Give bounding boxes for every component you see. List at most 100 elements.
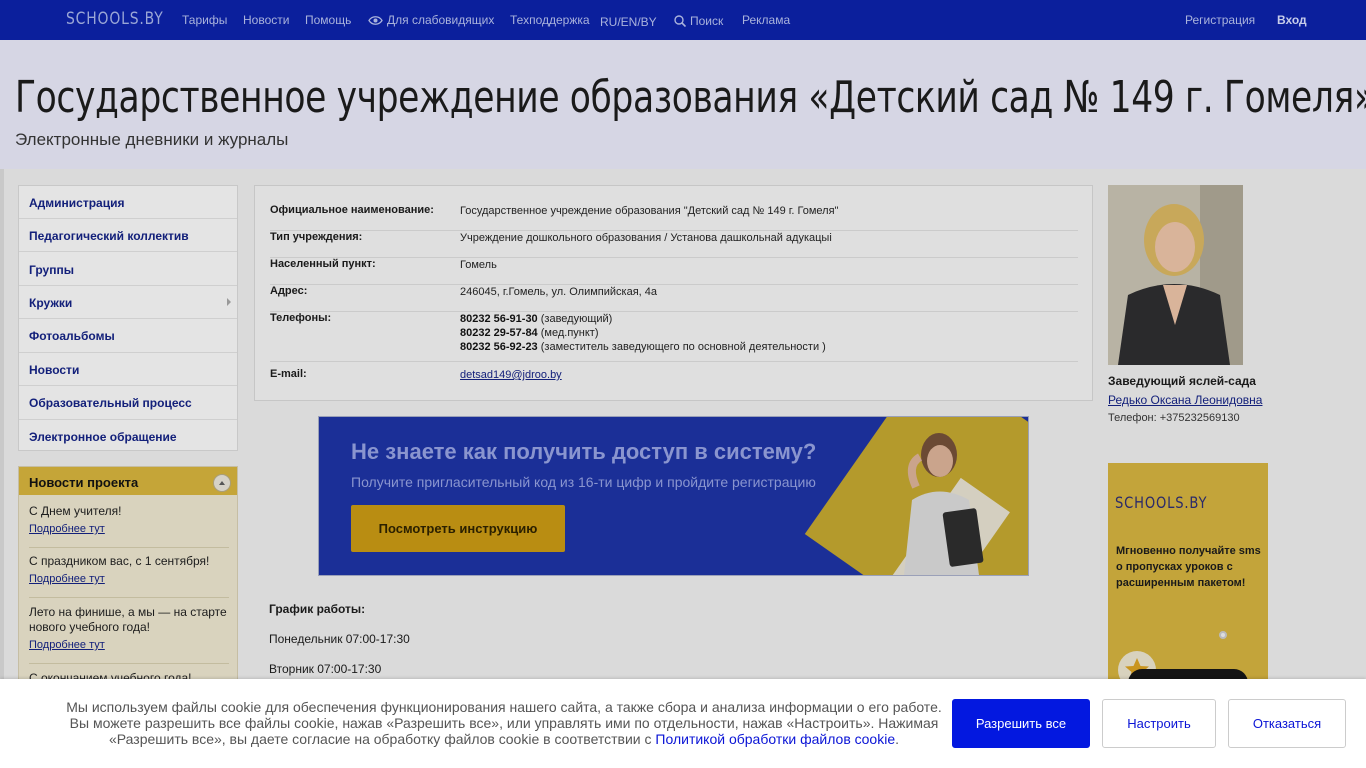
site-logo[interactable]: SCHOOLS.BY (66, 9, 164, 29)
sidebar-item-label: Электронное обращение (29, 430, 177, 444)
configure-button[interactable]: Настроить (1102, 699, 1216, 748)
view-instruction-button[interactable]: Посмотреть инструкцию (351, 505, 565, 552)
director-title: Заведующий яслей-сада (1108, 374, 1256, 388)
info-row-official-name: Официальное наименование: Государственно… (270, 204, 1078, 231)
page-subtitle: Электронные дневники и журналы (15, 130, 289, 149)
email-link[interactable]: detsad149@jdroo.by (460, 369, 562, 381)
search-icon (674, 15, 687, 28)
sidebar-item-label: Администрация (29, 196, 125, 210)
director-photo (1108, 185, 1243, 365)
banner-hint: Получите пригласительный код из 16-ти ци… (351, 474, 816, 490)
phone-note: (мед.пункт) (540, 327, 599, 339)
news-entry: С Днем учителя! Подробнее тут (29, 504, 229, 535)
news-more-link[interactable]: Подробнее тут (29, 573, 229, 585)
news-more-link[interactable]: Подробнее тут (29, 523, 229, 535)
nav-accessibility[interactable]: Для слабовидящих (368, 13, 494, 27)
login-link[interactable]: Вход (1277, 13, 1307, 27)
language-switcher[interactable]: RU/EN/BY (600, 15, 657, 29)
nav-tariffs[interactable]: Тарифы (182, 13, 227, 27)
cookie-consent-bar: Мы используем файлы cookie для обеспечен… (0, 679, 1366, 768)
nav-search[interactable]: Поиск (674, 14, 723, 28)
nav-support[interactable]: Техподдержка (510, 13, 590, 27)
decorative-dot (1219, 631, 1227, 639)
info-row-address: Адрес: 246045, г.Гомель, ул. Олимпийская… (270, 285, 1078, 312)
sidebar-item-news[interactable]: Новости (19, 353, 237, 386)
news-more-link[interactable]: Подробнее тут (29, 639, 229, 651)
news-entry: Лето на финише, а мы — на старте нового … (29, 605, 229, 651)
project-news-panel: Новости проекта С Днем учителя! Подробне… (18, 466, 238, 706)
info-value: Гомель (460, 259, 497, 271)
sidebar-item-clubs[interactable]: Кружки (19, 286, 237, 319)
info-label: Населенный пункт: (270, 258, 376, 270)
info-row-email: E-mail: detsad149@jdroo.by (270, 368, 1078, 388)
divider (29, 663, 229, 664)
phone-list: 80232 56-91-30 (заведующий) 80232 29-57-… (460, 312, 826, 354)
phone-number: 80232 56-91-30 (460, 313, 538, 325)
sidebar-item-groups[interactable]: Группы (19, 252, 237, 286)
info-value: Государственное учреждение образования "… (460, 205, 839, 217)
sidebar-item-label: Образовательный процесс (29, 396, 192, 410)
news-entry-title: С праздником вас, с 1 сентября! (29, 554, 210, 568)
school-info-card: Официальное наименование: Государственно… (254, 185, 1093, 401)
cookie-message-end: . (895, 731, 900, 747)
cookie-policy-link[interactable]: Политикой обработки файлов cookie (655, 731, 895, 747)
info-label: Тип учреждения: (270, 231, 363, 243)
sidebar-item-education[interactable]: Образовательный процесс (19, 386, 237, 420)
page-header: Государственное учреждение образования «… (0, 40, 1366, 169)
news-entry-title: Лето на финише, а мы — на старте нового … (29, 605, 227, 634)
news-entry-title: С Днем учителя! (29, 504, 122, 518)
page-title: Государственное учреждение образования «… (15, 72, 1366, 123)
director-phone: Телефон: +375232569130 (1108, 412, 1240, 424)
person-illustration (904, 433, 984, 575)
divider (29, 597, 229, 598)
promo-text: Мгновенно получайте sms о пропусках урок… (1116, 545, 1261, 589)
info-value: Учреждение дошкольного образования / Уст… (460, 232, 832, 244)
schedule-title: График работы: (269, 602, 366, 616)
cookie-text: Мы используем файлы cookie для обеспечен… (60, 699, 948, 747)
phone-entry: 80232 56-92-23 (заместитель заведующего … (460, 340, 826, 354)
allow-all-button[interactable]: Разрешить все (952, 699, 1090, 748)
info-label: Официальное наименование: (270, 204, 434, 216)
project-news-header: Новости проекта (19, 467, 237, 495)
nav-ads[interactable]: Реклама (742, 13, 790, 27)
phone-note: (заведующий) (540, 313, 613, 325)
schedule-day: Понедельник 07:00-17:30 (269, 632, 410, 646)
sidebar-item-administration[interactable]: Администрация (19, 186, 237, 219)
sidebar-item-label: Педагогический коллектив (29, 229, 189, 243)
promo-logo: SCHOOLS.BY (1115, 493, 1208, 512)
nav-help[interactable]: Помощь (305, 13, 351, 27)
sidebar-item-label: Фотоальбомы (29, 329, 115, 343)
decline-button[interactable]: Отказаться (1228, 699, 1346, 748)
info-label: E-mail: (270, 368, 307, 380)
info-label: Адрес: (270, 285, 308, 297)
divider (29, 547, 229, 548)
sidebar-item-appeal[interactable]: Электронное обращение (19, 420, 237, 453)
phone-note: (заместитель заведующего по основной дея… (540, 341, 826, 353)
info-row-type: Тип учреждения: Учреждение дошкольного о… (270, 231, 1078, 258)
nav-search-label: Поиск (690, 14, 724, 28)
access-help-banner: Не знаете как получить доступ в систему?… (318, 416, 1029, 576)
phone-entry: 80232 56-91-30 (заведующий) (460, 312, 826, 326)
eye-icon (368, 16, 383, 25)
sidebar-item-staff[interactable]: Педагогический коллектив (19, 219, 237, 252)
sidebar-item-label: Кружки (29, 296, 73, 310)
banner-question: Не знаете как получить доступ в систему? (351, 439, 817, 464)
info-row-locality: Населенный пункт: Гомель (270, 258, 1078, 285)
info-row-phones: Телефоны: 80232 56-91-30 (заведующий) 80… (270, 312, 1078, 362)
project-news-title: Новости проекта (29, 475, 139, 490)
sidebar-menu: Администрация Педагогический коллектив Г… (18, 185, 238, 451)
news-entry: С праздником вас, с 1 сентября! Подробне… (29, 554, 229, 585)
nav-news[interactable]: Новости (243, 13, 289, 27)
sidebar-item-label: Группы (29, 263, 74, 277)
sidebar-item-photo-albums[interactable]: Фотоальбомы (19, 319, 237, 353)
director-name-link[interactable]: Редько Оксана Леонидовна (1108, 393, 1262, 407)
phone-number: 80232 29-57-84 (460, 327, 538, 339)
info-label: Телефоны: (270, 312, 332, 324)
phone-number: 80232 56-92-23 (460, 341, 538, 353)
phone-entry: 80232 29-57-84 (мед.пункт) (460, 326, 826, 340)
director-photo-image (1108, 185, 1243, 365)
collapse-toggle-icon[interactable] (213, 474, 231, 492)
info-value: 246045, г.Гомель, ул. Олимпийская, 4а (460, 286, 658, 298)
sms-promo-banner[interactable]: SCHOOLS.BY Мгновенно получайте sms о про… (1108, 463, 1268, 693)
register-link[interactable]: Регистрация (1185, 13, 1255, 27)
